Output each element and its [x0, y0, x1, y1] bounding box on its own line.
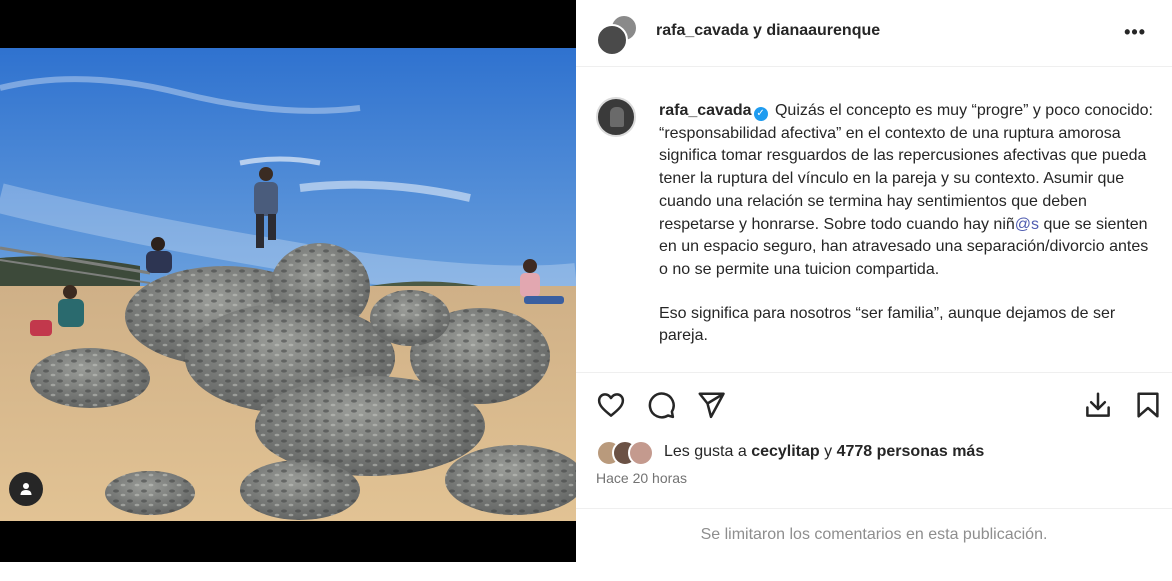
comments-limited-text: Se limitaron los comentarios en esta pub…	[700, 526, 1048, 543]
caption-username[interactable]: rafa_cavada	[659, 102, 752, 119]
comment-icon[interactable]	[646, 390, 676, 420]
caption-avatar[interactable]	[596, 97, 636, 137]
author-avatar[interactable]	[596, 24, 628, 56]
post-header: rafa_cavada y dianaaurenque •••	[576, 0, 1172, 67]
send-icon[interactable]	[696, 390, 726, 420]
bookmark-icon[interactable]	[1133, 390, 1163, 420]
caption-paragraph-2: Eso significa para nosotros “ser familia…	[659, 304, 1116, 345]
collaborator-username[interactable]: dianaaurenque	[766, 22, 880, 39]
likes-joiner: y	[824, 443, 833, 460]
user-tag-icon	[20, 483, 32, 495]
caption-body: Quizás el concepto es muy “progre” y poc…	[659, 102, 1153, 233]
post-media[interactable]	[0, 0, 576, 562]
post-timestamp[interactable]: Hace 20 horas	[596, 470, 687, 486]
download-icon[interactable]	[1083, 390, 1113, 420]
action-bar	[576, 372, 1172, 437]
post-authors: rafa_cavada y dianaaurenque	[656, 22, 880, 40]
tagged-people-button[interactable]	[9, 472, 43, 506]
likes-user[interactable]: cecylitap	[751, 443, 819, 460]
likes-others[interactable]: 4778 personas más	[837, 443, 985, 460]
more-options-icon[interactable]: •••	[1124, 22, 1146, 43]
verified-badge-icon: ✓	[753, 107, 768, 121]
authors-joiner: y	[752, 22, 762, 39]
comments-limited-notice: Se limitaron los comentarios en esta pub…	[576, 508, 1172, 562]
caption-section: rafa_cavada ✓ Quizás el concepto es muy “…	[576, 67, 1172, 372]
liker-avatar[interactable]	[628, 440, 654, 466]
post-photo	[0, 48, 576, 521]
author-username[interactable]: rafa_cavada	[656, 22, 749, 39]
post-panel: rafa_cavada y dianaaurenque ••• rafa_cav…	[576, 0, 1172, 562]
likes-summary: Les gusta a cecylitap y 4778 personas má…	[596, 438, 1156, 466]
likes-text[interactable]: Les gusta a cecylitap y 4778 personas má…	[664, 443, 984, 461]
caption-mention[interactable]: @s	[1015, 216, 1039, 233]
caption-text: rafa_cavada ✓ Quizás el concepto es muy “…	[659, 100, 1159, 348]
likes-prefix: Les gusta a	[664, 443, 747, 460]
heart-icon[interactable]	[596, 390, 626, 420]
